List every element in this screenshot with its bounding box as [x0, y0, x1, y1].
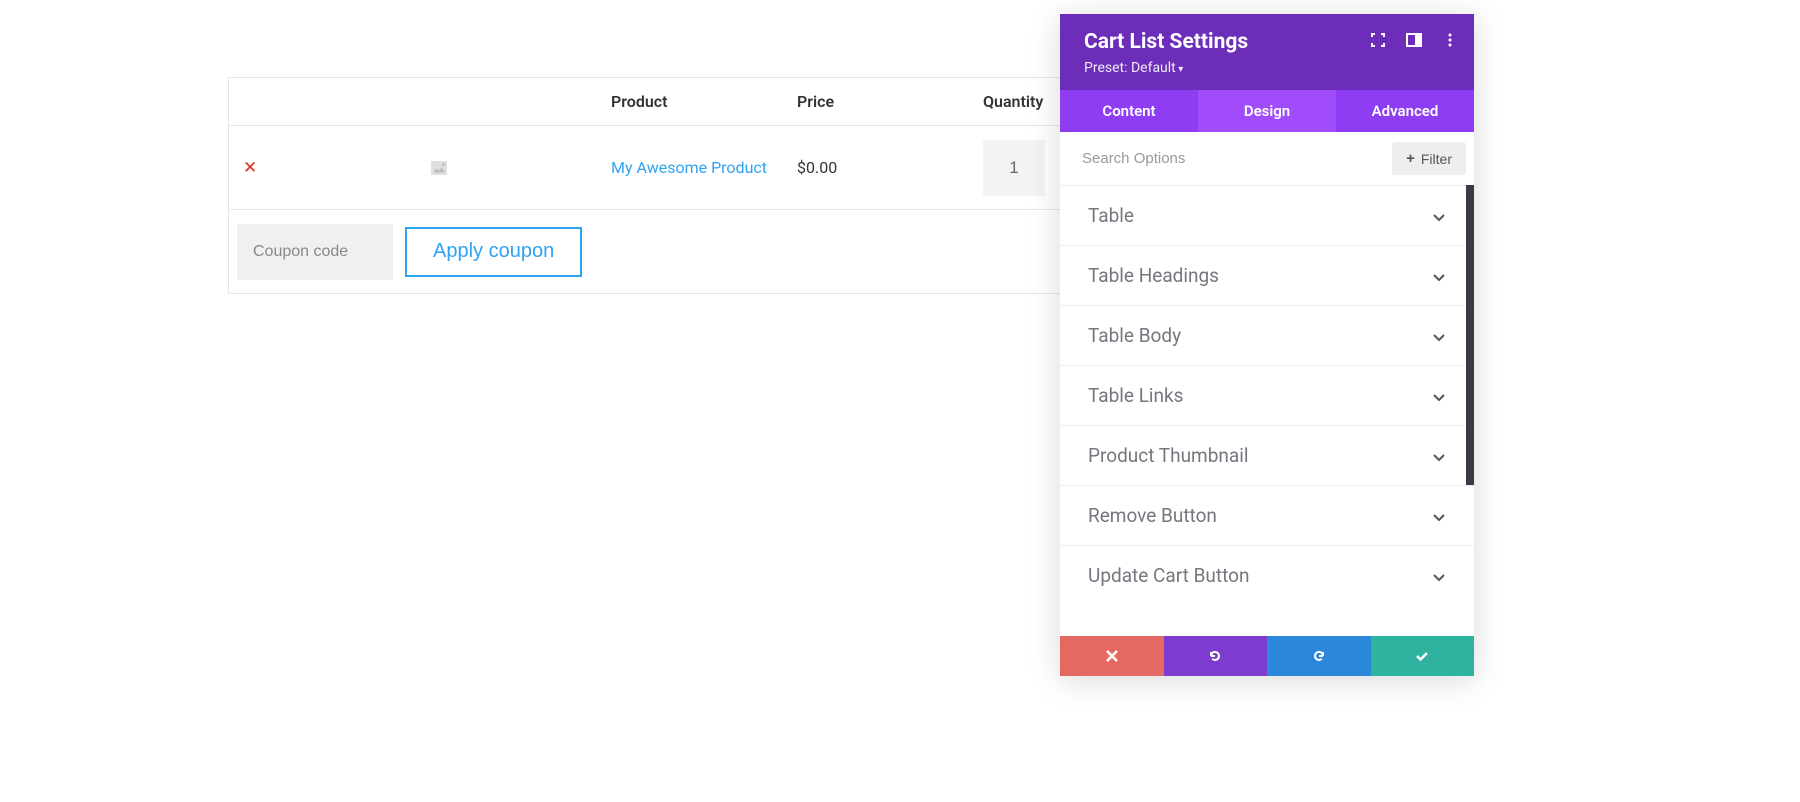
- price-value: $0.00: [797, 158, 837, 177]
- price-cell: $0.00: [797, 158, 983, 177]
- undo-icon: [1207, 648, 1223, 664]
- apply-coupon-button[interactable]: Apply coupon: [405, 227, 582, 277]
- section-remove-button[interactable]: Remove Button: [1060, 485, 1474, 545]
- product-cell: My Awesome Product: [611, 158, 797, 177]
- header-actions: [1370, 32, 1458, 48]
- chevron-down-icon: [1432, 509, 1446, 523]
- check-icon: [1414, 648, 1430, 664]
- more-icon[interactable]: [1442, 32, 1458, 48]
- product-thumbnail-placeholder-icon: [431, 161, 447, 175]
- remove-cell: ✕: [229, 158, 359, 178]
- section-table-headings[interactable]: Table Headings: [1060, 245, 1474, 305]
- panel-tabs: Content Design Advanced: [1060, 90, 1474, 132]
- panel-header: Cart List Settings Preset: Default: [1060, 14, 1474, 90]
- section-table[interactable]: Table: [1060, 185, 1474, 245]
- panel-footer-actions: [1060, 636, 1474, 676]
- redo-button[interactable]: [1267, 636, 1371, 676]
- plus-icon: +: [1406, 150, 1415, 167]
- coupon-code-input[interactable]: [237, 224, 393, 280]
- redo-icon: [1311, 648, 1327, 664]
- chevron-down-icon: [1432, 329, 1446, 343]
- tab-advanced[interactable]: Advanced: [1336, 90, 1474, 132]
- product-link[interactable]: My Awesome Product: [611, 158, 767, 177]
- section-label: Table Body: [1088, 324, 1181, 347]
- tab-content[interactable]: Content: [1060, 90, 1198, 132]
- dock-icon[interactable]: [1406, 32, 1422, 48]
- section-table-body[interactable]: Table Body: [1060, 305, 1474, 365]
- filter-button[interactable]: + Filter: [1392, 142, 1466, 175]
- filter-label: Filter: [1421, 151, 1452, 167]
- header-price: Price: [797, 92, 983, 111]
- search-options-input[interactable]: [1060, 140, 1392, 177]
- undo-button[interactable]: [1164, 636, 1268, 676]
- section-label: Remove Button: [1088, 504, 1217, 527]
- tab-design[interactable]: Design: [1198, 90, 1336, 132]
- section-label: Table Links: [1088, 384, 1183, 407]
- design-sections-list[interactable]: Table Table Headings Table Body Table Li…: [1060, 185, 1474, 636]
- section-update-cart-button[interactable]: Update Cart Button: [1060, 545, 1474, 605]
- cancel-button[interactable]: [1060, 636, 1164, 676]
- section-product-thumbnail[interactable]: Product Thumbnail: [1060, 425, 1474, 485]
- close-icon: [1104, 648, 1120, 664]
- section-label: Table: [1088, 204, 1134, 227]
- section-label: Product Thumbnail: [1088, 444, 1248, 467]
- search-filter-row: + Filter: [1060, 132, 1474, 185]
- save-button[interactable]: [1371, 636, 1475, 676]
- section-table-links[interactable]: Table Links: [1060, 365, 1474, 425]
- section-label: Table Headings: [1088, 264, 1219, 287]
- expand-icon[interactable]: [1370, 32, 1386, 48]
- section-label: Update Cart Button: [1088, 564, 1249, 587]
- chevron-down-icon: [1432, 209, 1446, 223]
- settings-panel: Cart List Settings Preset: Default Conte…: [1060, 14, 1474, 676]
- thumbnail-cell: [359, 161, 611, 175]
- chevron-down-icon: [1432, 269, 1446, 283]
- scrollbar-thumb[interactable]: [1466, 185, 1474, 485]
- header-product: Product: [611, 92, 797, 111]
- chevron-down-icon: [1432, 389, 1446, 403]
- remove-item-button[interactable]: ✕: [229, 158, 257, 178]
- preset-dropdown[interactable]: Preset: Default: [1084, 60, 1450, 76]
- quantity-input[interactable]: [983, 140, 1045, 196]
- chevron-down-icon: [1432, 449, 1446, 463]
- chevron-down-icon: [1432, 569, 1446, 583]
